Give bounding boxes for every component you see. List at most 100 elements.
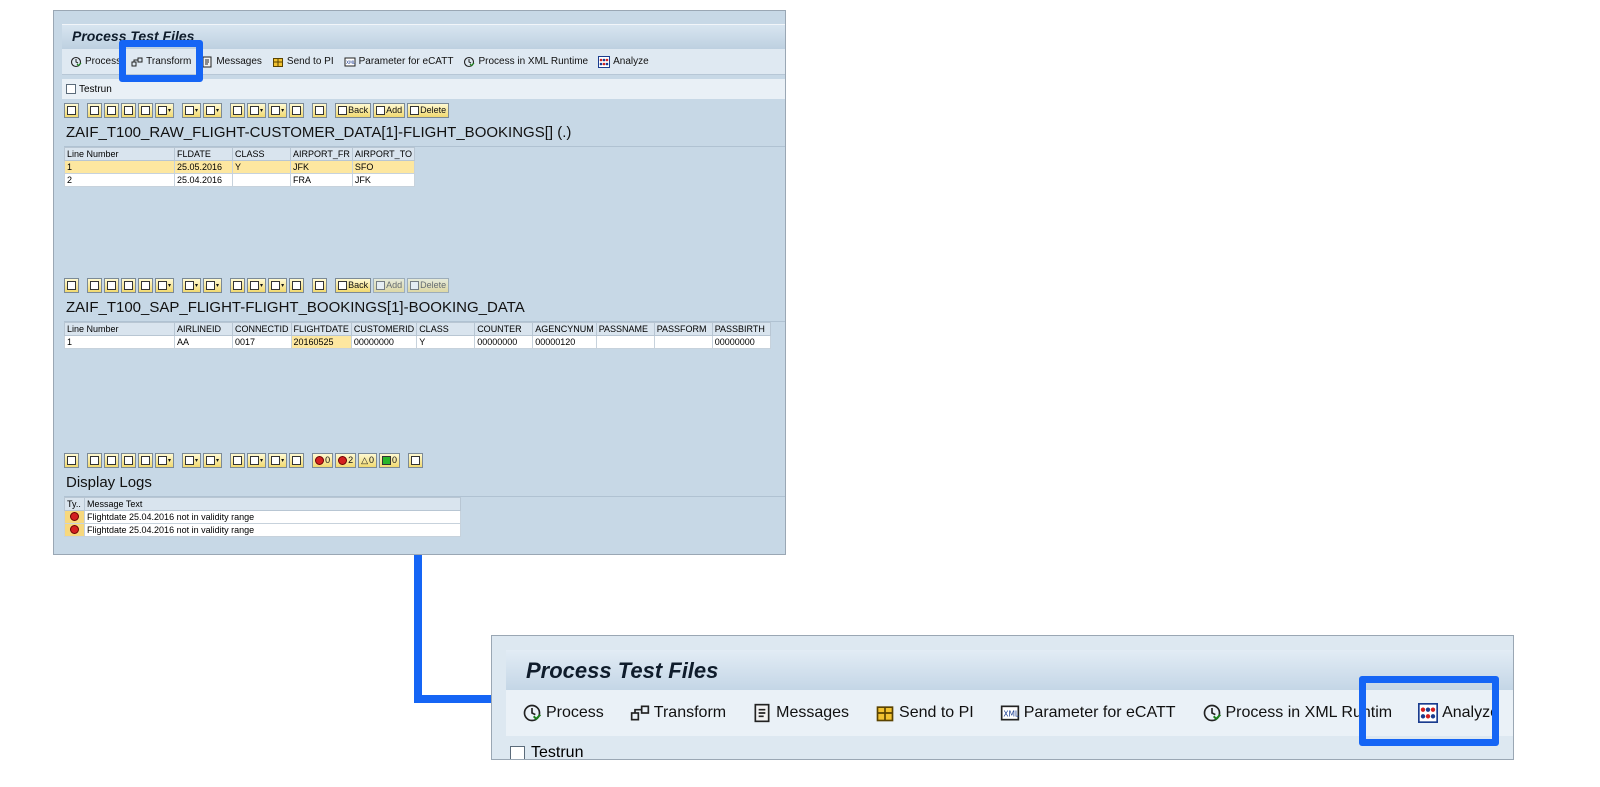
subtotal-button[interactable]: ▾ — [203, 102, 223, 118]
table-row[interactable]: 1 AA 0017 20160525 00000000 Y 00000000 0… — [64, 335, 771, 349]
find-button[interactable] — [121, 452, 136, 468]
send-to-pi-button[interactable]: Send to PI — [875, 703, 974, 723]
back-button[interactable]: Back — [335, 277, 372, 293]
sort-descending-button[interactable] — [104, 102, 119, 118]
process-button[interactable]: Process — [70, 56, 121, 68]
filter-button[interactable]: ▾ — [155, 277, 175, 293]
views-button[interactable]: ▾ — [247, 102, 267, 118]
subtotal-button[interactable]: ▾ — [203, 277, 223, 293]
sum-button[interactable]: ▾ — [182, 452, 202, 468]
filter-button[interactable]: ▾ — [155, 102, 175, 118]
column-header[interactable]: AIRPORT_TO — [351, 147, 416, 161]
print-button[interactable] — [230, 452, 246, 468]
messages-button[interactable]: Messages — [201, 56, 262, 68]
table-row[interactable]: Flightdate 25.04.2016 not in validity ra… — [64, 510, 461, 524]
column-header[interactable]: AIRLINEID — [174, 322, 233, 336]
error-count-button[interactable]: 0 — [312, 452, 334, 468]
messages-button[interactable]: Messages — [752, 703, 849, 723]
sort-ascending-button[interactable] — [87, 102, 102, 118]
analyze-button[interactable]: Analyze — [598, 55, 649, 68]
warning-red-count-button[interactable]: 2 — [335, 452, 357, 468]
add-button[interactable]: Add — [373, 277, 406, 293]
process-in-xml-runtime-button[interactable]: Process in XML Runtime — [463, 56, 588, 68]
details-button[interactable] — [64, 277, 79, 293]
print-button[interactable] — [230, 277, 246, 293]
testrun-row: Testrun — [62, 79, 785, 99]
layout-button[interactable] — [289, 102, 305, 118]
column-header[interactable]: PASSBIRTH — [711, 322, 771, 336]
column-header[interactable]: PASSFORM — [653, 322, 713, 336]
column-header[interactable]: PASSNAME — [595, 322, 655, 336]
success-count-button[interactable]: 0 — [379, 452, 401, 468]
column-header[interactable]: CLASS — [416, 322, 476, 336]
delete-button[interactable]: Delete — [407, 102, 450, 118]
details-button[interactable] — [64, 102, 79, 118]
column-header[interactable]: CLASS — [232, 147, 291, 161]
testrun-label: Testrun — [531, 744, 584, 760]
sort-descending-button[interactable] — [104, 277, 119, 293]
sap-main-window: Process Test Files Process Transform Mes… — [53, 10, 786, 555]
table-row[interactable]: Flightdate 25.04.2016 not in validity ra… — [64, 523, 461, 537]
column-header[interactable]: AGENCYNUM — [532, 322, 597, 336]
find-button[interactable] — [121, 277, 136, 293]
find-next-button[interactable] — [138, 452, 153, 468]
find-button[interactable] — [121, 102, 136, 118]
table-row[interactable]: 2 25.04.2016 FRA JFK — [64, 173, 416, 187]
column-header[interactable]: AIRPORT_FR — [290, 147, 353, 161]
sort-ascending-button[interactable] — [87, 452, 102, 468]
column-header[interactable]: CONNECTID — [232, 322, 292, 336]
sort-descending-button[interactable] — [104, 452, 119, 468]
analyze-icon — [598, 55, 611, 68]
find-next-button[interactable] — [138, 277, 153, 293]
testrun-checkbox[interactable] — [66, 84, 76, 94]
warning-count-button[interactable]: △ 0 — [358, 452, 378, 468]
parameter-for-ecatt-button[interactable]: XML Parameter for eCATT — [344, 56, 453, 68]
grid2-table: Line Number AIRLINEID CONNECTID FLIGHTDA… — [64, 322, 771, 349]
svg-text:XML: XML — [1003, 709, 1020, 718]
process-button[interactable]: Process — [522, 703, 604, 723]
parameter-for-ecatt-button[interactable]: XML Parameter for eCATT — [1000, 703, 1176, 723]
sum-button[interactable]: ▾ — [182, 277, 202, 293]
layout-button[interactable] — [289, 452, 305, 468]
print-button[interactable] — [230, 102, 246, 118]
messages-icon — [754, 703, 770, 723]
subtotal-button[interactable]: ▾ — [203, 452, 223, 468]
info-button[interactable] — [312, 277, 328, 293]
column-header[interactable]: CUSTOMERID — [350, 322, 418, 336]
info-button[interactable] — [312, 102, 328, 118]
find-next-button[interactable] — [138, 102, 153, 118]
column-header[interactable]: COUNTER — [474, 322, 534, 336]
table-row[interactable]: 1 25.05.2016 Y JFK SFO — [64, 160, 416, 174]
expand-button[interactable] — [64, 452, 79, 468]
column-header[interactable]: Line Number — [64, 147, 175, 161]
column-header[interactable]: FLDATE — [174, 147, 233, 161]
delete-button[interactable]: Delete — [407, 277, 450, 293]
export-button[interactable]: ▾ — [268, 102, 288, 118]
error-icon — [70, 511, 79, 521]
clock-check-icon — [523, 704, 542, 722]
layout-button[interactable] — [289, 277, 305, 293]
column-header[interactable]: Line Number — [64, 322, 175, 336]
export-button[interactable]: ▾ — [268, 452, 288, 468]
log-detail-button[interactable] — [408, 452, 424, 468]
send-to-pi-button[interactable]: Send to PI — [272, 56, 334, 68]
logs-table: Ty.. Message Text Flightdate 25.04.2016 … — [64, 497, 461, 537]
filter-button[interactable]: ▾ — [155, 452, 175, 468]
grid1-table: Line Number FLDATE CLASS AIRPORT_FR AIRP… — [64, 147, 416, 187]
views-button[interactable]: ▾ — [247, 277, 267, 293]
column-header[interactable]: Message Text — [84, 497, 461, 511]
column-header[interactable]: Ty.. — [64, 497, 85, 511]
sum-button[interactable]: ▾ — [182, 102, 202, 118]
sort-ascending-button[interactable] — [87, 277, 102, 293]
export-button[interactable]: ▾ — [268, 277, 288, 293]
add-button[interactable]: Add — [373, 102, 406, 118]
column-header[interactable]: FLIGHTDATE — [290, 322, 352, 336]
testrun-checkbox[interactable] — [510, 745, 525, 759]
zoom-window-title: Process Test Files — [526, 658, 719, 683]
views-button[interactable]: ▾ — [247, 452, 267, 468]
clock-check-icon — [1203, 704, 1221, 722]
log-toolbar: ▾ ▾ ▾ ▾ ▾ 0 2 △ 0 0 — [64, 452, 424, 468]
back-button[interactable]: Back — [335, 102, 372, 118]
error-icon — [70, 524, 79, 534]
transform-button[interactable]: Transform — [630, 703, 726, 723]
